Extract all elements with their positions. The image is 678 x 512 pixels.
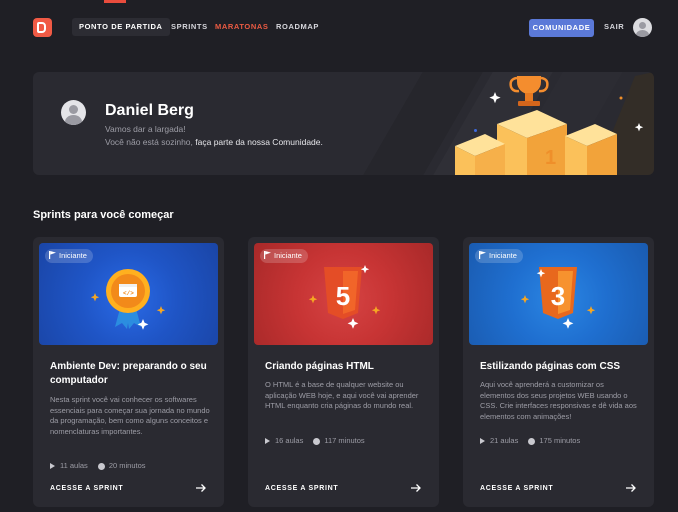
access-sprint-link[interactable]: ACESSE A SPRINT: [480, 485, 553, 492]
profile-banner: Daniel Berg Vamos dar a largada! Você nã…: [33, 72, 654, 175]
profile-avatar: [61, 100, 86, 125]
card-title: Estilizando páginas com CSS: [480, 361, 621, 372]
card-description: Nesta sprint você vai conhecer os softwa…: [50, 395, 210, 436]
play-icon: [265, 438, 270, 445]
greeting-text: Vamos dar a largada!: [105, 124, 186, 134]
shield-number: 3: [551, 281, 565, 311]
logo-icon[interactable]: [33, 18, 52, 37]
duration: 20 minutos: [108, 461, 146, 470]
card-description: Aqui você aprenderá a customizar os elem…: [480, 380, 637, 421]
access-sprint-link[interactable]: ACESSE A SPRINT: [265, 485, 338, 492]
card-hero: Iniciante </>: [39, 243, 218, 345]
html5-icon: 5: [308, 265, 381, 329]
rank-number: 1: [545, 147, 556, 169]
code-window-icon: </>: [90, 269, 166, 330]
message-prefix: Você não está sozinho,: [105, 137, 193, 147]
lessons-count: 11 aulas: [60, 461, 88, 470]
play-icon: [50, 463, 55, 470]
nav-item-ponto-de-partida[interactable]: PONTO DE PARTIDA: [72, 18, 170, 36]
duration: 117 minutos: [324, 436, 365, 445]
nav-item-roadmap[interactable]: ROADMAP: [276, 22, 319, 31]
arrow-right-icon[interactable]: [410, 483, 422, 493]
access-sprint-link[interactable]: ACESSE A SPRINT: [50, 485, 123, 492]
play-icon: [480, 438, 485, 445]
sprint-card[interactable]: Iniciante </> Ambiente Dev: preparando o…: [33, 237, 224, 507]
nav-item-sprints[interactable]: SPRINTS: [171, 22, 208, 31]
card-hero: Iniciante 3: [469, 243, 648, 345]
sprint-card[interactable]: Iniciante 5 Criando páginas HTML O HTML …: [248, 237, 439, 507]
arrow-right-icon[interactable]: [625, 483, 637, 493]
clock-icon: [528, 437, 536, 445]
community-message: Você não está sozinho, faça parte da nos…: [105, 137, 323, 147]
duration: 175 minutos: [539, 436, 581, 445]
card-hero: Iniciante 5: [254, 243, 433, 345]
card-meta: 11 aulas 20 minutos: [50, 461, 146, 470]
section-title: Sprints para você começar: [33, 209, 174, 221]
community-link[interactable]: faça parte da nossa Comunidade.: [195, 137, 323, 147]
lessons-count: 16 aulas: [275, 436, 304, 445]
trophy-podium-illustration: 1: [455, 72, 654, 175]
card-meta: 21 aulas 175 minutos: [480, 436, 580, 445]
card-description: O HTML é a base de qualquer website ou a…: [265, 380, 419, 411]
sprint-card[interactable]: Iniciante 3 Estilizando páginas com CSS …: [463, 237, 654, 507]
nav-item-maratonas[interactable]: MARATONAS: [215, 22, 268, 31]
user-name: Daniel Berg: [105, 102, 194, 119]
css3-icon: 3: [520, 267, 596, 329]
card-title: Criando páginas HTML: [265, 361, 374, 372]
community-button[interactable]: COMUNIDADE: [529, 19, 594, 37]
lessons-count: 21 aulas: [490, 436, 519, 445]
decor-dot: [474, 129, 477, 132]
arrow-right-icon[interactable]: [195, 483, 207, 493]
user-avatar[interactable]: [633, 18, 652, 37]
top-navbar: PONTO DE PARTIDA SPRINTS MARATONAS ROADM…: [0, 0, 678, 56]
card-title: Ambiente Dev: preparando o seu computado…: [50, 361, 207, 386]
clock-icon: [97, 462, 105, 470]
clock-icon: [313, 437, 321, 445]
card-meta: 16 aulas 117 minutos: [265, 436, 365, 445]
logout-link[interactable]: SAIR: [604, 22, 624, 31]
svg-text:</>: </>: [123, 290, 134, 297]
shield-number: 5: [336, 281, 350, 311]
